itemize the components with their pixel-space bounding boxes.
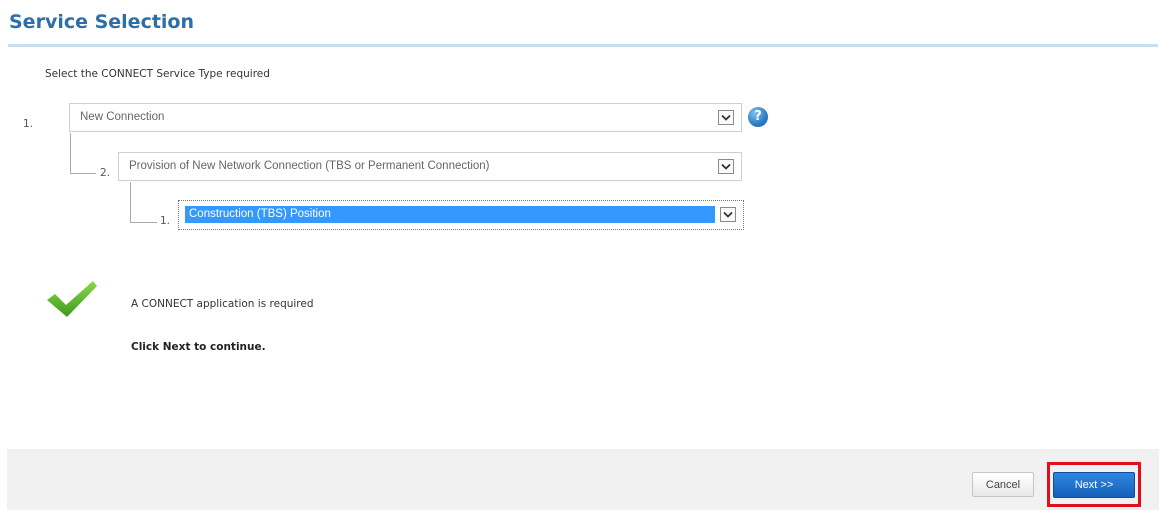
- checkmark-icon: [47, 281, 97, 317]
- tree-connector: [70, 133, 96, 174]
- level-1-number: 1.: [23, 118, 34, 130]
- service-type-select[interactable]: New Connection: [69, 103, 742, 132]
- title-divider: [8, 44, 1158, 47]
- help-icon[interactable]: ?: [748, 107, 768, 127]
- position-select[interactable]: Construction (TBS) Position: [178, 200, 744, 230]
- page-title: Service Selection: [9, 11, 195, 33]
- next-button[interactable]: Next >>: [1053, 472, 1135, 498]
- level-2-number: 2.: [100, 167, 111, 179]
- continue-instruction: Click Next to continue.: [131, 341, 266, 353]
- result-message: A CONNECT application is required: [131, 298, 314, 310]
- chevron-down-icon[interactable]: [720, 207, 736, 222]
- instruction-text: Select the CONNECT Service Type required: [45, 68, 270, 80]
- cancel-button[interactable]: Cancel: [972, 472, 1034, 497]
- service-type-value: New Connection: [80, 111, 165, 123]
- service-subtype-value: Provision of New Network Connection (TBS…: [129, 160, 490, 172]
- level-3-number: 1.: [160, 215, 171, 227]
- chevron-down-icon[interactable]: [718, 159, 734, 174]
- tree-connector: [130, 182, 157, 223]
- position-value: Construction (TBS) Position: [185, 206, 715, 223]
- service-subtype-select[interactable]: Provision of New Network Connection (TBS…: [118, 152, 742, 181]
- chevron-down-icon[interactable]: [718, 110, 734, 125]
